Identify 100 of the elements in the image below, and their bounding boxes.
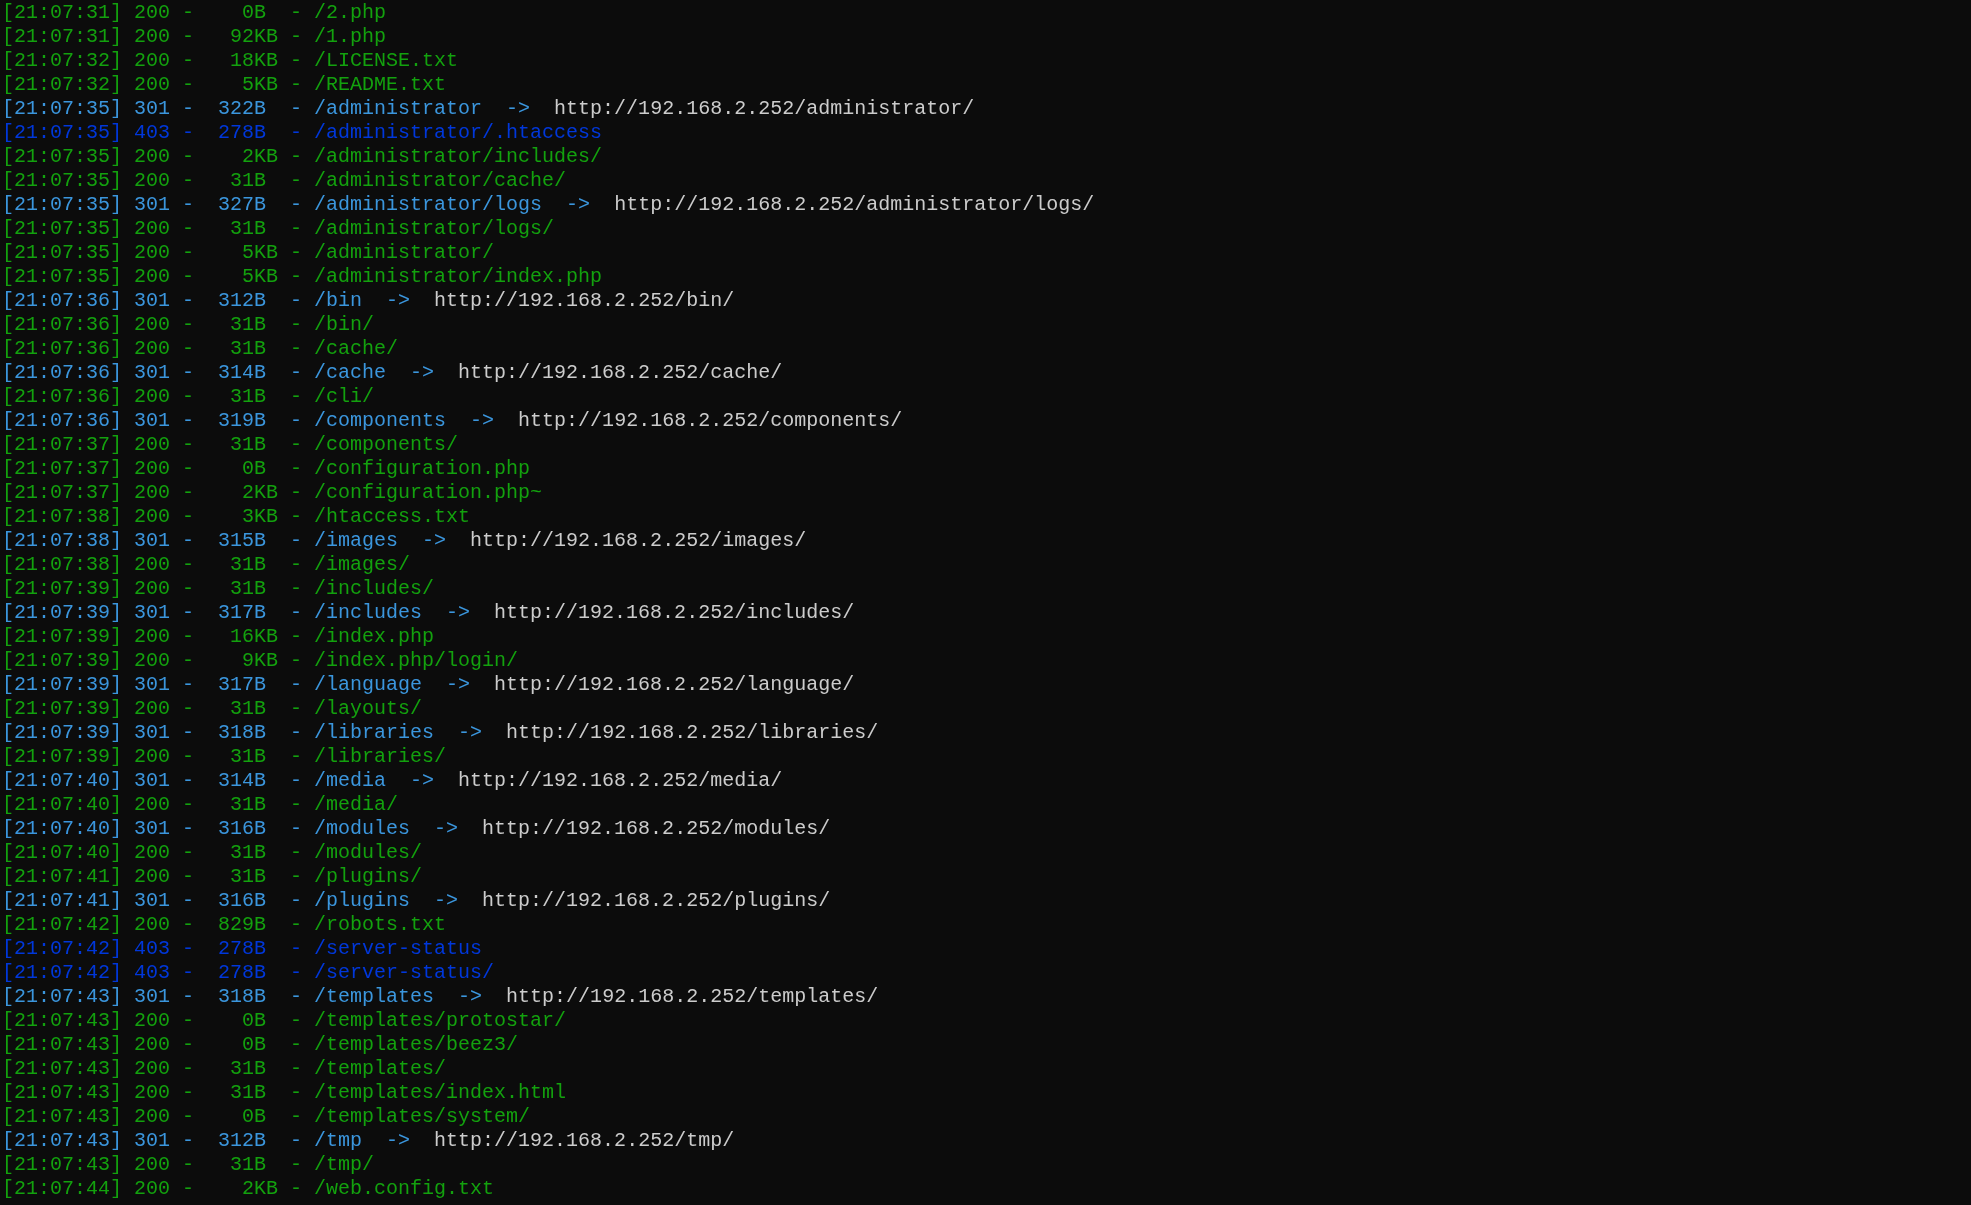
log-entry: 200 - 31B - /administrator/logs/ [134,217,555,241]
log-entry: 301 - 318B - /templates [134,985,435,1009]
redirect-url: http://192.168.2.252/modules/ [482,817,831,841]
redirect-url: http://192.168.2.252/bin/ [434,289,735,313]
log-entry: 200 - 31B - /templates/index.html [134,1081,567,1105]
timestamp: [21:07:39] [2,601,123,625]
timestamp: [21:07:39] [2,697,123,721]
log-entry: 403 - 278B - /server-status [134,937,483,961]
arrow-symbol: -> [506,97,531,121]
redirect-url: http://192.168.2.252/plugins/ [482,889,831,913]
timestamp: [21:07:35] [2,169,123,193]
timestamp: [21:07:37] [2,433,123,457]
log-entry: 200 - 31B - /tmp/ [134,1153,375,1177]
arrow-symbol: -> [410,361,435,385]
timestamp: [21:07:43] [2,1009,123,1033]
log-entry: 200 - 31B - /modules/ [134,841,423,865]
redirect-url: http://192.168.2.252/administrator/logs/ [614,193,1095,217]
log-entry: 200 - 92KB - /1.php [134,25,387,49]
arrow-symbol: -> [422,529,447,553]
timestamp: [21:07:32] [2,73,123,97]
log-entry: 403 - 278B - /server-status/ [134,961,495,985]
timestamp: [21:07:36] [2,385,123,409]
timestamp: [21:07:39] [2,625,123,649]
timestamp: [21:07:35] [2,97,123,121]
log-entry: 301 - 322B - /administrator [134,97,483,121]
timestamp: [21:07:40] [2,769,123,793]
log-entry: 301 - 317B - /includes [134,601,423,625]
timestamp: [21:07:31] [2,25,123,49]
arrow-symbol: -> [410,769,435,793]
arrow-symbol: -> [458,721,483,745]
timestamp: [21:07:41] [2,865,123,889]
arrow-symbol: -> [458,985,483,1009]
arrow-symbol: -> [386,1129,411,1153]
timestamp: [21:07:42] [2,937,123,961]
log-entry: 200 - 5KB - /administrator/ [134,241,495,265]
redirect-url: http://192.168.2.252/libraries/ [506,721,879,745]
timestamp: [21:07:37] [2,481,123,505]
log-entry: 200 - 0B - /2.php [134,1,387,25]
timestamp: [21:07:43] [2,1129,123,1153]
timestamp: [21:07:40] [2,817,123,841]
redirect-url: http://192.168.2.252/tmp/ [434,1129,735,1153]
timestamp: [21:07:43] [2,1105,123,1129]
timestamp: [21:07:38] [2,529,123,553]
log-entry: 200 - 3KB - /htaccess.txt [134,505,471,529]
timestamp: [21:07:44] [2,1177,123,1201]
timestamp: [21:07:39] [2,649,123,673]
log-entry: 301 - 319B - /components [134,409,447,433]
timestamp: [21:07:43] [2,985,123,1009]
log-entry: 200 - 31B - /cli/ [134,385,375,409]
arrow-symbol: -> [446,601,471,625]
log-entry: 200 - 0B - /configuration.php [134,457,531,481]
log-entry: 301 - 314B - /cache [134,361,387,385]
timestamp: [21:07:39] [2,721,123,745]
log-entry: 200 - 31B - /bin/ [134,313,375,337]
log-entry: 200 - 2KB - /administrator/includes/ [134,145,603,169]
timestamp: [21:07:35] [2,145,123,169]
log-entry: 301 - 312B - /tmp [134,1129,363,1153]
log-entry: 200 - 31B - /components/ [134,433,459,457]
log-entry: 301 - 314B - /media [134,769,387,793]
log-entry: 200 - 16KB - /index.php [134,625,435,649]
log-entry: 200 - 0B - /templates/protostar/ [134,1009,567,1033]
timestamp: [21:07:35] [2,121,123,145]
log-entry: 200 - 31B - /layouts/ [134,697,423,721]
log-entry: 200 - 5KB - /administrator/index.php [134,265,603,289]
log-entry: 200 - 31B - /images/ [134,553,411,577]
redirect-url: http://192.168.2.252/templates/ [506,985,879,1009]
redirect-url: http://192.168.2.252/components/ [518,409,903,433]
timestamp: [21:07:35] [2,241,123,265]
timestamp: [21:07:36] [2,337,123,361]
log-entry: 200 - 31B - /cache/ [134,337,399,361]
log-entry: 200 - 31B - /administrator/cache/ [134,169,567,193]
log-entry: 301 - 312B - /bin [134,289,363,313]
timestamp: [21:07:31] [2,1,123,25]
log-entry: 200 - 0B - /templates/beez3/ [134,1033,519,1057]
arrow-symbol: -> [434,889,459,913]
log-entry: 301 - 315B - /images [134,529,399,553]
redirect-url: http://192.168.2.252/administrator/ [554,97,975,121]
log-entry: 301 - 316B - /modules [134,817,411,841]
timestamp: [21:07:35] [2,265,123,289]
timestamp: [21:07:42] [2,961,123,985]
log-entry: 301 - 317B - /language [134,673,423,697]
timestamp: [21:07:35] [2,193,123,217]
timestamp: [21:07:43] [2,1081,123,1105]
arrow-symbol: -> [470,409,495,433]
timestamp: [21:07:35] [2,217,123,241]
timestamp: [21:07:43] [2,1153,123,1177]
timestamp: [21:07:40] [2,793,123,817]
log-entry: 200 - 31B - /templates/ [134,1057,447,1081]
arrow-symbol: -> [566,193,591,217]
timestamp: [21:07:43] [2,1033,123,1057]
timestamp: [21:07:38] [2,505,123,529]
log-entry: 200 - 5KB - /README.txt [134,73,447,97]
log-entry: 200 - 9KB - /index.php/login/ [134,649,519,673]
timestamp: [21:07:32] [2,49,123,73]
log-entry: 200 - 18KB - /LICENSE.txt [134,49,459,73]
arrow-symbol: -> [446,673,471,697]
log-entry: 301 - 316B - /plugins [134,889,411,913]
timestamp: [21:07:36] [2,313,123,337]
log-entry: 403 - 278B - /administrator/.htaccess [134,121,603,145]
log-entry: 200 - 2KB - /configuration.php~ [134,481,543,505]
